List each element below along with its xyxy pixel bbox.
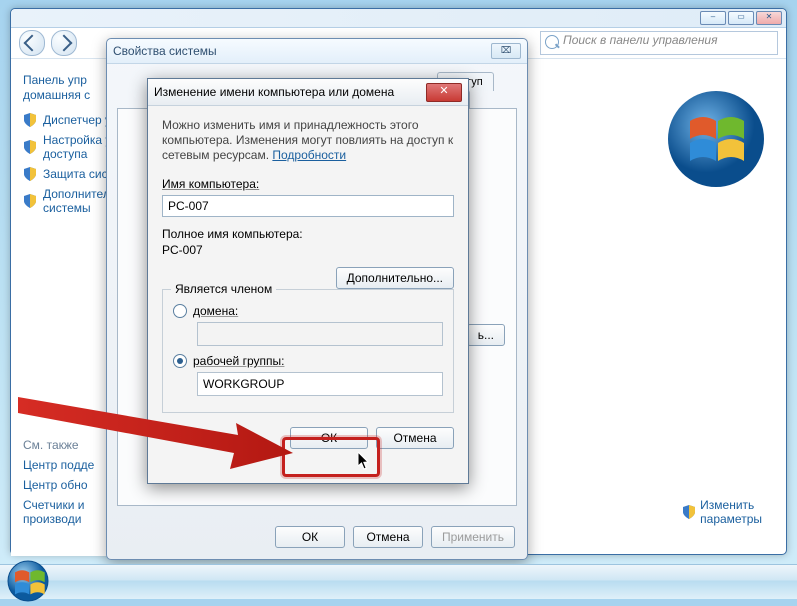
full-name-value: PC-007 xyxy=(162,243,454,257)
dialog-titlebar[interactable]: Изменение имени компьютера или домена ✕ xyxy=(148,79,468,106)
apply-button[interactable]: Применить xyxy=(431,526,515,548)
change-settings-link[interactable]: Изменить параметры xyxy=(682,498,762,526)
shield-icon xyxy=(23,167,37,181)
search-input[interactable]: Поиск в панели управления xyxy=(540,31,778,55)
workgroup-input[interactable] xyxy=(197,372,443,396)
shield-icon xyxy=(23,140,37,154)
change-button-partial[interactable]: ь... xyxy=(467,324,505,346)
maximize-button[interactable]: ▭ xyxy=(728,11,754,25)
sidebar-item-label: Дополнител xyxy=(43,187,110,201)
workgroup-radio[interactable] xyxy=(173,354,187,368)
full-name-label: Полное имя компьютера: xyxy=(162,227,454,241)
group-title: Является членом xyxy=(171,282,276,296)
ok-button[interactable]: ОК xyxy=(290,427,368,449)
dialog-title: Изменение имени компьютера или домена xyxy=(154,85,426,99)
minimize-button[interactable]: – xyxy=(700,11,726,25)
member-of-group: Является членом домена: рабочей группы: xyxy=(162,289,454,413)
nav-forward-button[interactable] xyxy=(51,30,77,56)
domain-radio[interactable] xyxy=(173,304,187,318)
sidebar-item-label: системы xyxy=(43,201,110,215)
change-label: Изменить xyxy=(700,498,762,512)
shield-icon xyxy=(23,113,37,127)
workgroup-radio-row[interactable]: рабочей группы: xyxy=(173,354,443,368)
domain-radio-row[interactable]: домена: xyxy=(173,304,443,318)
windows-logo-icon xyxy=(666,89,766,189)
domain-input xyxy=(197,322,443,346)
taskbar[interactable] xyxy=(0,564,797,599)
computer-name-dialog: Изменение имени компьютера или домена ✕ … xyxy=(147,78,469,484)
cancel-button[interactable]: Отмена xyxy=(376,427,454,449)
start-button[interactable] xyxy=(6,559,50,603)
dialog-close-button[interactable]: ⌧ xyxy=(491,43,521,59)
close-button[interactable]: ✕ xyxy=(426,83,462,102)
dialog-description: Можно изменить имя и принадлежность этог… xyxy=(162,118,454,163)
details-link[interactable]: Подробности xyxy=(272,148,346,162)
sidebar-item-label: Диспетчер у xyxy=(43,113,111,127)
computer-name-label: Имя компьютера: xyxy=(162,177,454,191)
cancel-button[interactable]: Отмена xyxy=(353,526,423,548)
change-label: параметры xyxy=(700,512,762,526)
shield-icon xyxy=(682,505,696,519)
more-button[interactable]: Дополнительно... xyxy=(336,267,454,289)
workgroup-radio-label: рабочей группы: xyxy=(193,354,284,368)
window-close-button[interactable]: ✕ xyxy=(756,11,782,25)
sidebar-item-label: доступа xyxy=(43,147,111,161)
domain-radio-label: домена: xyxy=(193,304,238,318)
computer-name-input[interactable] xyxy=(162,195,454,217)
window-titlebar: – ▭ ✕ xyxy=(11,9,786,28)
nav-back-button[interactable] xyxy=(19,30,45,56)
sidebar-item-label: Защита сист xyxy=(43,167,113,181)
dialog-title: Свойства системы xyxy=(113,44,491,58)
dialog-titlebar[interactable]: Свойства системы ⌧ xyxy=(107,39,527,64)
sidebar-item-label: Настройка у xyxy=(43,133,111,147)
shield-icon xyxy=(23,194,37,208)
ok-button[interactable]: ОК xyxy=(275,526,345,548)
